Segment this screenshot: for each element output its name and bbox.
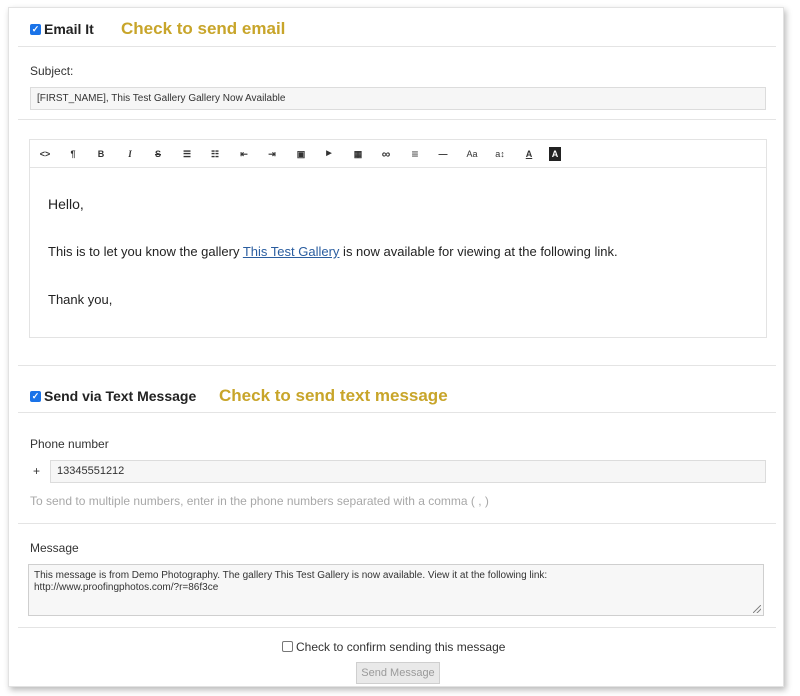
divider <box>18 46 776 47</box>
text-hint-text: Check to send text message <box>219 386 448 405</box>
message-label: Message <box>30 541 79 555</box>
divider <box>18 412 776 413</box>
message-paragraph: This is to let you know the gallery This… <box>48 244 618 259</box>
paragraph-icon[interactable]: ¶ <box>64 147 82 161</box>
editor-toolbar: <> ¶ B I S ☰ ☷ ⇤ ⇥ ▣ ▶ ▦ ∞ ≡ — Aa a↕ A A <box>30 140 766 168</box>
phone-prefix: + <box>33 464 41 478</box>
unordered-list-icon[interactable]: ☰ <box>178 147 196 161</box>
strikethrough-icon[interactable]: S <box>149 147 167 161</box>
image-icon[interactable]: ▣ <box>292 147 310 161</box>
message-line: http://www.proofingphotos.com/?r=86f3ce <box>34 582 219 593</box>
send-message-button[interactable]: Send Message <box>356 662 440 684</box>
send-text-label: Send via Text Message <box>44 388 197 404</box>
font-color-icon[interactable]: A <box>520 147 538 161</box>
confirm-send-label: Check to confirm sending this message <box>296 640 506 654</box>
phone-number-label: Phone number <box>30 437 109 451</box>
resize-handle-icon[interactable] <box>753 605 761 613</box>
video-icon[interactable]: ▶ <box>320 147 338 161</box>
bold-icon[interactable]: B <box>92 147 110 161</box>
paragraph-text-before-link: This is to let you know the gallery <box>48 244 243 259</box>
phone-number-hint: To send to multiple numbers, enter in th… <box>30 494 489 508</box>
link-icon[interactable]: ∞ <box>377 147 395 161</box>
align-icon[interactable]: ≡ <box>406 147 424 161</box>
divider <box>18 627 776 628</box>
message-line: This message is from Demo Photography. T… <box>34 570 548 581</box>
email-it-checkbox[interactable]: ✓ <box>30 24 41 35</box>
paragraph-text-after-link: is now available for viewing at the foll… <box>339 244 618 259</box>
gallery-link[interactable]: This Test Gallery <box>243 244 340 259</box>
closing-text: Thank you, <box>48 292 113 307</box>
email-it-label: Email It <box>44 21 94 37</box>
message-textarea[interactable]: This message is from Demo Photography. T… <box>28 564 764 616</box>
code-view-icon[interactable]: <> <box>36 147 54 161</box>
divider <box>18 523 776 524</box>
send-text-checkbox[interactable]: ✓ <box>30 391 41 402</box>
greeting-text: Hello, <box>48 196 84 212</box>
email-body-editor[interactable]: <> ¶ B I S ☰ ☷ ⇤ ⇥ ▣ ▶ ▦ ∞ ≡ — Aa a↕ A A… <box>29 139 767 338</box>
line-height-icon[interactable]: a↕ <box>491 147 509 161</box>
outdent-icon[interactable]: ⇤ <box>235 147 253 161</box>
confirm-send-checkbox[interactable] <box>282 641 293 652</box>
italic-icon[interactable]: I <box>121 147 139 161</box>
font-size-icon[interactable]: Aa <box>463 147 481 161</box>
indent-icon[interactable]: ⇥ <box>263 147 281 161</box>
subject-input[interactable]: [FIRST_NAME], This Test Gallery Gallery … <box>30 87 766 110</box>
divider <box>18 365 776 366</box>
subject-label: Subject: <box>30 64 74 78</box>
divider <box>18 119 776 120</box>
table-icon[interactable]: ▦ <box>349 147 367 161</box>
ordered-list-icon[interactable]: ☷ <box>206 147 224 161</box>
background-color-icon[interactable]: A <box>549 147 561 161</box>
horizontal-rule-icon[interactable]: — <box>434 147 452 161</box>
phone-number-input[interactable]: 13345551212 <box>50 460 766 483</box>
email-hint-text: Check to send email <box>121 19 286 38</box>
